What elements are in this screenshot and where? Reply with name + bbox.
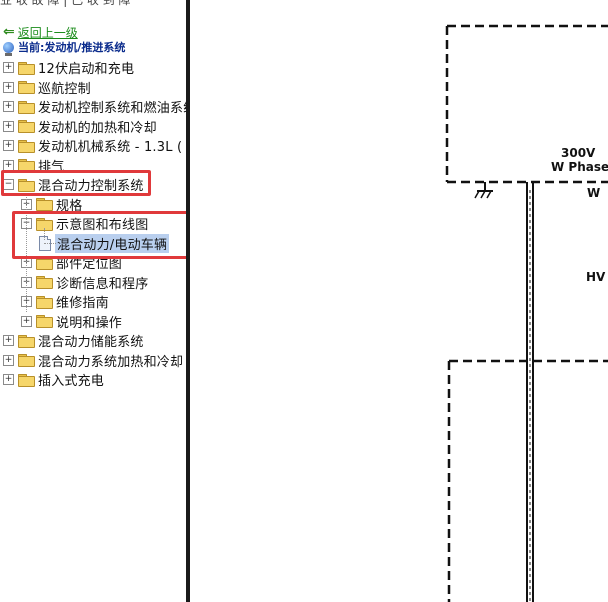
current-location-label: 当前:发动机/推进系统 xyxy=(18,41,126,54)
tree-item-label[interactable]: 诊断信息和程序 xyxy=(56,273,148,292)
folder-icon xyxy=(18,120,35,133)
tree-item-label[interactable]: 巡航控制 xyxy=(38,78,91,97)
back-arrow-icon[interactable]: ⇐ xyxy=(3,25,15,39)
wiring-diagram xyxy=(445,24,608,602)
expand-toggle-icon[interactable]: + xyxy=(3,62,14,73)
diagram-label-hv: HV xyxy=(586,270,606,284)
tree-item-folder[interactable]: + 发动机的加热和冷却 xyxy=(3,117,157,136)
tree-item-folder[interactable]: + 混合动力储能系统 xyxy=(3,331,144,350)
tree-item-label[interactable]: 说明和操作 xyxy=(56,312,122,331)
tree-item-label[interactable]: 发动机控制系统和燃油系统 xyxy=(38,97,186,116)
folder-icon xyxy=(18,81,35,94)
tree-item-label[interactable]: 发动机机械系统 - 1.3L ( xyxy=(38,136,182,155)
highlight-box-hybrid-control xyxy=(1,170,151,196)
ground-hatch-3 xyxy=(486,190,492,199)
folder-icon xyxy=(36,295,53,309)
expand-toggle-icon[interactable]: + xyxy=(3,81,14,93)
tree-item-folder[interactable]: + 插入式充电 xyxy=(3,370,104,389)
tree-item-folder[interactable]: + 发动机控制系统和燃油系统 xyxy=(3,97,186,116)
folder-icon xyxy=(18,354,35,367)
expand-toggle-icon[interactable]: + xyxy=(3,374,14,385)
expand-toggle-icon[interactable]: + xyxy=(21,315,32,327)
back-link[interactable]: 返回上一级 xyxy=(18,24,78,41)
tree-item-folder[interactable]: + 混合动力系统加热和冷却 xyxy=(3,351,183,370)
ground-hatch-1 xyxy=(474,190,480,199)
expand-toggle-icon[interactable]: + xyxy=(3,101,14,112)
highlight-box-schematics xyxy=(12,211,186,259)
tree-item-folder[interactable]: + 维修指南 xyxy=(21,292,109,311)
tree-item-label[interactable]: 插入式充电 xyxy=(38,370,104,389)
top-cut-text: 业 收 故 障 | 已 收 到 障 xyxy=(0,0,131,7)
tree-item-label[interactable]: 发动机的加热和冷却 xyxy=(38,117,157,136)
tree-item-folder[interactable]: + 诊断信息和程序 xyxy=(21,273,148,292)
tree-item-folder[interactable]: + 说明和操作 xyxy=(21,312,122,331)
expand-toggle-icon[interactable]: + xyxy=(3,140,14,151)
folder-icon xyxy=(36,198,53,211)
tree-item-label[interactable]: 混合动力储能系统 xyxy=(38,331,144,350)
tree-item-label[interactable]: 维修指南 xyxy=(56,292,109,311)
expand-toggle-icon[interactable]: + xyxy=(3,354,14,366)
folder-icon xyxy=(36,276,53,289)
folder-icon xyxy=(18,334,35,348)
expand-toggle-icon[interactable]: + xyxy=(3,159,14,171)
folder-icon xyxy=(18,61,35,75)
tree-item-folder[interactable]: + 巡航控制 xyxy=(3,78,91,97)
diagram-label-phase: W Phase xyxy=(551,160,608,174)
folder-icon xyxy=(18,139,35,153)
expand-toggle-icon[interactable]: + xyxy=(3,120,14,132)
expand-toggle-icon[interactable]: + xyxy=(3,335,14,346)
folder-icon xyxy=(36,315,53,328)
diagram-label-voltage: 300V xyxy=(561,146,596,160)
navigation-pane: 业 收 故 障 | 已 收 到 障 ⇐ 返回上一级 当前:发动机/推进系统 +1… xyxy=(0,0,186,602)
diagram-pane: 300V W Phase W HV xyxy=(190,0,608,602)
location-globe-icon xyxy=(3,41,14,56)
diagram-label-w: W xyxy=(587,186,601,200)
tree-item-label[interactable]: 混合动力系统加热和冷却 xyxy=(38,351,183,370)
ground-hatch-2 xyxy=(480,190,486,199)
folder-icon xyxy=(18,373,35,387)
tree-item-folder[interactable]: + 发动机机械系统 - 1.3L ( xyxy=(3,136,182,155)
folder-icon xyxy=(18,100,35,114)
current-location: 当前:发动机/推进系统 xyxy=(3,39,126,56)
tree-item-folder[interactable]: +12伏启动和充电 xyxy=(3,58,134,77)
tree-item-label[interactable]: 12伏启动和充电 xyxy=(38,58,134,77)
back-link-row[interactable]: ⇐ 返回上一级 xyxy=(3,24,78,40)
